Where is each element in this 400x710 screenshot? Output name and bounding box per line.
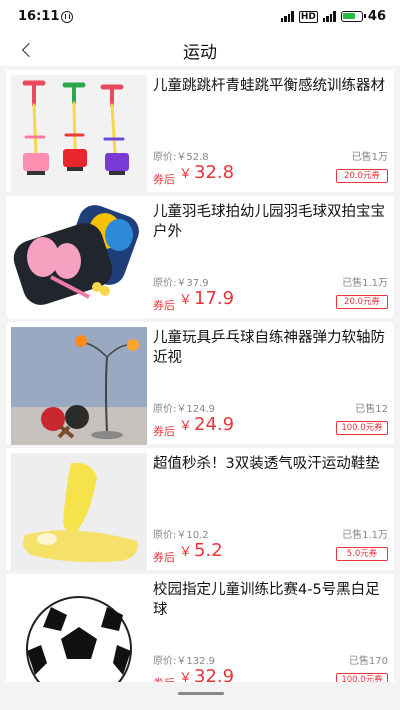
coupon-badge[interactable]: 20.0元券 xyxy=(336,295,388,309)
shoe-insole-image xyxy=(11,453,147,571)
wifi-signal-icon xyxy=(322,11,336,22)
home-indicator[interactable] xyxy=(178,692,224,695)
page-title: 运动 xyxy=(183,43,217,63)
price-value: 24.9 xyxy=(194,414,235,435)
final-price: ￥ 17.9 xyxy=(179,288,234,309)
product-title[interactable]: 儿童羽毛球拍幼儿园羽毛球双拍宝宝户外 xyxy=(153,202,391,242)
nav-bar: 运动 xyxy=(0,34,400,66)
status-bar: 16:11 HD 46 xyxy=(0,0,400,34)
product-card[interactable]: 校园指定儿童训练比赛4-5号黑白足球 原价:￥132.9 已售170 券后 ￥3… xyxy=(6,574,394,682)
pogo-stick-image xyxy=(11,75,147,193)
product-title[interactable]: 儿童跳跳杆青蛙跳平衡感统训练器材 xyxy=(153,76,391,96)
original-price: 原价:￥124.9 xyxy=(153,404,215,415)
ping-pong-trainer-image xyxy=(11,327,147,445)
product-title[interactable]: 超值秒杀！3双装透气吸汗运动鞋垫 xyxy=(153,454,391,474)
battery-level: 46 xyxy=(367,9,386,24)
final-price: ￥ 32.9 xyxy=(179,666,234,682)
sold-count: 已售12 xyxy=(355,404,388,415)
original-price: 原价:￥132.9 xyxy=(153,656,215,667)
product-title[interactable]: 儿童玩具乒乓球自练神器弹力软轴防近视 xyxy=(153,328,391,368)
currency-symbol: ￥ xyxy=(179,671,193,682)
system-home-bar xyxy=(0,682,400,710)
after-coupon-label: 券后 xyxy=(153,675,175,682)
final-price: ￥ 5.2 xyxy=(179,540,223,561)
hd-icon: HD xyxy=(298,10,318,23)
product-title[interactable]: 校园指定儿童训练比赛4-5号黑白足球 xyxy=(153,580,391,620)
battery-icon xyxy=(340,11,366,22)
product-list[interactable]: 儿童跳跳杆青蛙跳平衡感统训练器材 原价:￥52.8 已售1万 券后 ￥ 32.8 … xyxy=(0,66,400,682)
sold-count: 已售1.1万 xyxy=(342,530,388,541)
price-value: 5.2 xyxy=(194,540,223,561)
cellular-signal-icon xyxy=(280,11,294,22)
after-coupon-label: 券后 xyxy=(153,299,175,312)
after-coupon-label: 券后 xyxy=(153,173,175,186)
product-card[interactable]: 超值秒杀！3双装透气吸汗运动鞋垫 原价:￥10.2 已售1.1万 券后 ￥ 5.2… xyxy=(6,448,394,571)
product-card[interactable]: 儿童跳跳杆青蛙跳平衡感统训练器材 原价:￥52.8 已售1万 券后 ￥ 32.8 … xyxy=(6,70,394,193)
status-time: 16:11 xyxy=(18,9,60,24)
price-value: 32.8 xyxy=(194,162,235,183)
final-price: ￥ 32.8 xyxy=(179,162,234,183)
coupon-badge[interactable]: 100.0元券 xyxy=(336,421,388,435)
sold-count: 已售1万 xyxy=(351,152,388,163)
app-notification-icon xyxy=(61,11,73,23)
price-value: 17.9 xyxy=(194,288,235,309)
original-price: 原价:￥52.8 xyxy=(153,152,209,163)
coupon-badge[interactable]: 100.0元券 xyxy=(336,673,388,682)
currency-symbol: ￥ xyxy=(179,293,193,308)
currency-symbol: ￥ xyxy=(179,419,193,434)
badminton-racket-image xyxy=(11,201,147,319)
coupon-badge[interactable]: 5.0元券 xyxy=(336,547,388,561)
sold-count: 已售170 xyxy=(348,656,388,667)
status-indicators: HD 46 xyxy=(280,9,386,24)
product-card[interactable]: 儿童玩具乒乓球自练神器弹力软轴防近视 原价:￥124.9 已售12 券后 ￥ 24… xyxy=(6,322,394,445)
currency-symbol: ￥ xyxy=(179,167,193,182)
currency-symbol: ￥ xyxy=(179,545,193,560)
sold-count: 已售1.1万 xyxy=(342,278,388,289)
original-price: 原价:￥37.9 xyxy=(153,278,209,289)
product-card[interactable]: 儿童羽毛球拍幼儿园羽毛球双拍宝宝户外 原价:￥37.9 已售1.1万 券后 ￥ 1… xyxy=(6,196,394,319)
price-value: 32.9 xyxy=(194,666,235,682)
after-coupon-label: 券后 xyxy=(153,551,175,564)
coupon-badge[interactable]: 20.0元券 xyxy=(336,169,388,183)
original-price: 原价:￥10.2 xyxy=(153,530,209,541)
after-coupon-label: 券后 xyxy=(153,425,175,438)
final-price: ￥ 24.9 xyxy=(179,414,234,435)
soccer-ball-image xyxy=(11,579,147,682)
